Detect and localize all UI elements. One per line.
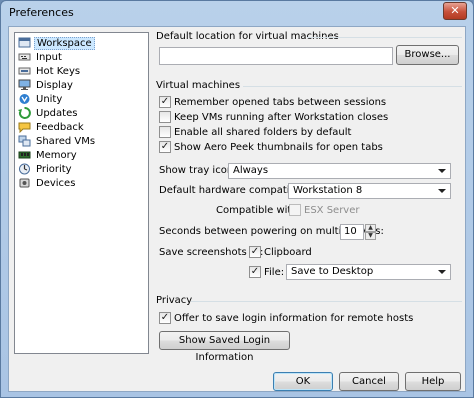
tray-icon-label: Show tray icon: [159, 165, 237, 176]
chevron-down-icon [436, 265, 448, 279]
workspace-icon [18, 37, 31, 49]
checkbox-box: ✓ [159, 141, 171, 153]
offer-save-login-checkbox[interactable]: ✓ Offer to save login information for re… [159, 312, 413, 324]
checkbox-box [289, 204, 301, 216]
virtual-machines-heading: Virtual machines [156, 80, 241, 91]
esx-server-checkbox: ESX Server [289, 204, 360, 216]
checkbox-box [159, 111, 171, 123]
sidebar-item-input[interactable]: Input [18, 50, 64, 64]
spin-down-icon[interactable]: ▼ [365, 232, 376, 240]
priority-icon [18, 163, 31, 175]
sidebar-item-label: Priority [36, 163, 72, 175]
seconds-input[interactable]: 10 [340, 224, 364, 240]
show-saved-login-button[interactable]: Show Saved Login Information [159, 331, 290, 363]
file-label: File: [264, 266, 285, 278]
offer-save-login-label: Offer to save login information for remo… [174, 312, 414, 324]
display-icon [18, 79, 31, 91]
sidebar-item-label: Unity [36, 93, 63, 105]
sidebar-item-feedback[interactable]: Feedback [18, 120, 86, 134]
group-divider [307, 37, 462, 38]
devices-icon [18, 177, 31, 189]
keep-vms-running-checkbox[interactable]: Keep VMs running after Workstation close… [159, 111, 388, 123]
sidebar-item-label: Feedback [36, 121, 84, 133]
file-destination-value: Save to Desktop [291, 266, 374, 277]
updates-icon [18, 107, 31, 119]
feedback-icon [18, 121, 31, 134]
memory-icon [18, 149, 31, 161]
sidebar-item-priority[interactable]: Priority [18, 162, 74, 176]
remember-tabs-checkbox[interactable]: ✓ Remember opened tabs between sessions [159, 96, 386, 108]
save-screenshots-label: Save screenshots to: [159, 247, 264, 258]
location-path-input[interactable] [159, 47, 393, 65]
group-divider [243, 86, 462, 87]
sidebar-item-label: Workspace [34, 36, 95, 50]
checkbox-box: ✓ [249, 266, 261, 278]
preferences-window: Preferences ✕ Workspace Input Hot Keys D… [0, 0, 474, 398]
sidebar-item-display[interactable]: Display [18, 78, 75, 92]
chevron-down-icon [436, 184, 448, 198]
input-icon [18, 51, 31, 63]
title-bar[interactable]: Preferences ✕ [1, 1, 473, 25]
unity-icon [18, 93, 31, 105]
checkbox-box [159, 126, 171, 138]
sidebar-item-shared-vms[interactable]: Shared VMs [18, 134, 97, 148]
checkbox-box: ✓ [159, 96, 171, 108]
tray-icon-select[interactable]: Always [228, 163, 451, 179]
sidebar-item-label: Hot Keys [36, 65, 81, 77]
privacy-heading: Privacy [156, 295, 193, 306]
aero-peek-label: Show Aero Peek thumbnails for open tabs [174, 141, 383, 153]
sidebar-item-label: Updates [36, 107, 78, 119]
sidebar-item-label: Input [36, 51, 62, 63]
esx-server-label: ESX Server [304, 204, 360, 216]
sidebar-item-unity[interactable]: Unity [18, 92, 64, 106]
dialog-body: Workspace Input Hot Keys Display Unity U… [8, 26, 466, 392]
clipboard-checkbox[interactable]: ✓ Clipboard [249, 246, 312, 258]
category-list: Workspace Input Hot Keys Display Unity U… [14, 32, 149, 354]
chevron-down-icon [436, 164, 448, 178]
hot-keys-icon [18, 65, 31, 77]
sidebar-item-hot-keys[interactable]: Hot Keys [18, 64, 82, 78]
checkbox-box: ✓ [159, 312, 171, 324]
ok-button[interactable]: OK [273, 372, 333, 391]
sidebar-item-memory[interactable]: Memory [18, 148, 79, 162]
sidebar-item-updates[interactable]: Updates [18, 106, 79, 120]
cancel-button[interactable]: Cancel [339, 372, 399, 391]
enable-shared-folders-label: Enable all shared folders by default [174, 126, 352, 138]
sidebar-item-label: Devices [36, 177, 76, 189]
sidebar-item-label: Memory [36, 149, 77, 161]
sidebar-item-label: Shared VMs [36, 135, 96, 147]
group-divider [191, 301, 462, 302]
file-destination-select[interactable]: Save to Desktop [286, 264, 451, 280]
help-button[interactable]: Help [405, 372, 461, 391]
checkbox-box: ✓ [249, 246, 261, 258]
tray-icon-value: Always [233, 165, 269, 176]
seconds-value: 10 [344, 226, 357, 237]
spin-up-icon[interactable]: ▲ [365, 224, 376, 232]
sidebar-item-label: Display [36, 79, 73, 91]
window-title: Preferences [9, 6, 74, 19]
keep-vms-running-label: Keep VMs running after Workstation close… [174, 111, 389, 123]
clipboard-label: Clipboard [264, 246, 312, 258]
sidebar-item-workspace[interactable]: Workspace [18, 36, 95, 50]
enable-shared-folders-checkbox[interactable]: Enable all shared folders by default [159, 126, 351, 138]
browse-button[interactable]: Browse... [396, 45, 459, 65]
hardware-compat-select[interactable]: Workstation 8 [288, 183, 451, 199]
file-checkbox[interactable]: ✓ File: [249, 266, 284, 278]
shared-vms-icon [18, 135, 31, 147]
close-button[interactable]: ✕ [443, 2, 467, 20]
hardware-compat-value: Workstation 8 [293, 185, 363, 196]
remember-tabs-label: Remember opened tabs between sessions [174, 96, 387, 108]
sidebar-item-devices[interactable]: Devices [18, 176, 77, 190]
seconds-stepper[interactable]: ▲ ▼ [365, 224, 376, 240]
aero-peek-checkbox[interactable]: ✓ Show Aero Peek thumbnails for open tab… [159, 141, 383, 153]
